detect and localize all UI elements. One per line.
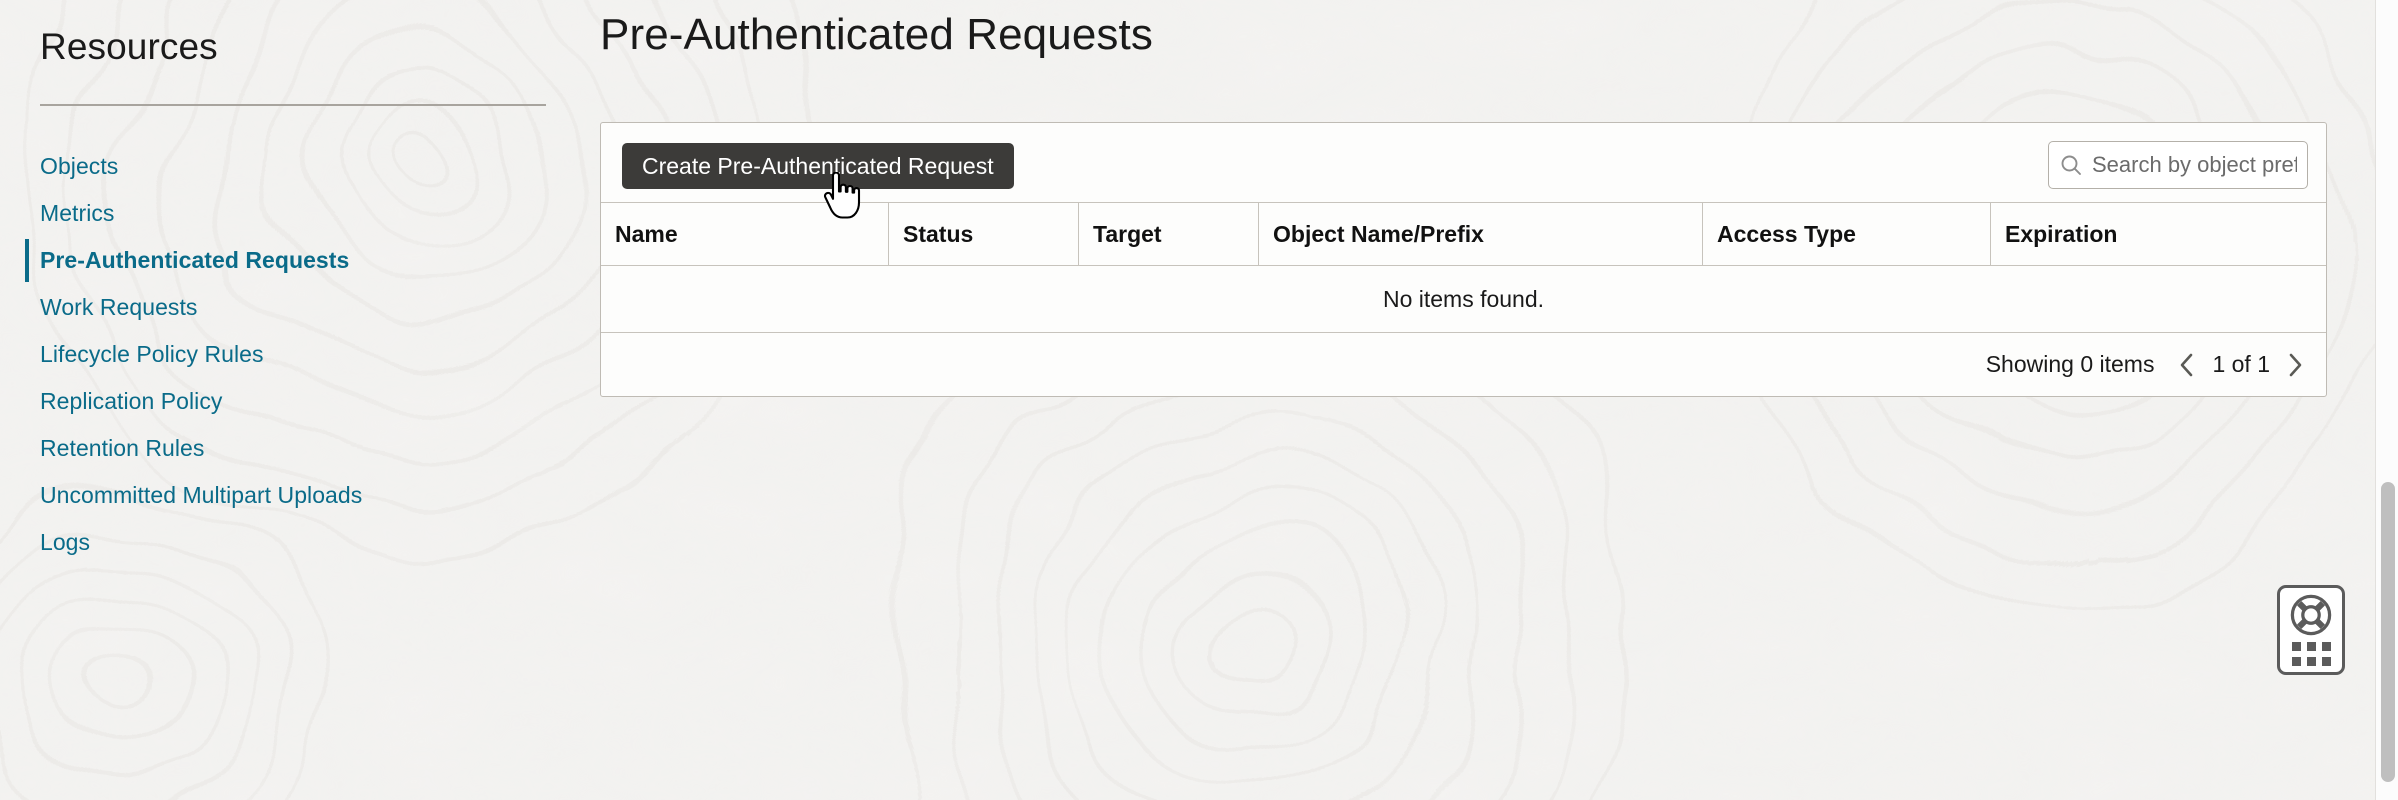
table-toolbar: Create Pre-Authenticated Request	[601, 123, 2326, 203]
sidebar-item-uncommitted-multipart-uploads[interactable]: Uncommitted Multipart Uploads	[0, 472, 600, 519]
vertical-scrollbar-thumb[interactable]	[2381, 482, 2395, 782]
grid-dots-icon	[2291, 642, 2331, 666]
sidebar-item-label: Objects	[40, 153, 119, 179]
search-input[interactable]	[2092, 152, 2297, 178]
table-header-row: Name Status Target Object Name/Prefix Access…	[601, 203, 2326, 266]
life-ring-icon	[2290, 594, 2332, 636]
create-pre-authenticated-request-button[interactable]: Create Pre-Authenticated Request	[622, 143, 1014, 189]
column-header-access-type: Access Type	[1703, 203, 1991, 265]
sidebar-item-label: Replication Policy	[40, 388, 223, 414]
sidebar-item-objects[interactable]: Objects	[0, 143, 600, 190]
table-footer: Showing 0 items 1 of 1	[601, 333, 2326, 396]
showing-items-label: Showing 0 items	[1985, 351, 2155, 377]
sidebar-item-label: Logs	[40, 529, 91, 555]
sidebar-item-label: Pre-Authenticated Requests	[40, 247, 350, 273]
sidebar-item-retention-rules[interactable]: Retention Rules	[0, 425, 600, 472]
search-box[interactable]	[2048, 141, 2308, 189]
sidebar-title: Resources	[40, 26, 218, 67]
sidebar-item-lifecycle-policy-rules[interactable]: Lifecycle Policy Rules	[0, 331, 600, 378]
vertical-scrollbar-track[interactable]	[2375, 0, 2398, 800]
column-header-target: Target	[1079, 203, 1259, 265]
chevron-left-icon[interactable]	[2176, 350, 2198, 380]
sidebar-item-replication-policy[interactable]: Replication Policy	[0, 378, 600, 425]
sidebar-divider	[40, 104, 546, 106]
table-empty-message: No items found.	[601, 266, 2326, 333]
sidebar-item-metrics[interactable]: Metrics	[0, 190, 600, 237]
pre-authenticated-requests-panel: Create Pre-Authenticated Request NameSta…	[600, 122, 2327, 397]
column-header-object-name-prefix: Object Name/Prefix	[1259, 203, 1703, 265]
page-indicator: 1 of 1	[2212, 351, 2270, 377]
column-header-name: Name	[601, 203, 889, 265]
main-content: Pre-Authenticated Requests Create Pre-Au…	[600, 0, 2398, 800]
sidebar-item-label: Work Requests	[40, 294, 198, 320]
sidebar-item-label: Retention Rules	[40, 435, 205, 461]
sidebar-item-label: Metrics	[40, 200, 115, 226]
column-header-expiration: Expiration	[2005, 220, 2118, 247]
sidebar-item-work-requests[interactable]: Work Requests	[0, 284, 600, 331]
column-header-status: Status	[889, 203, 1079, 265]
chevron-right-icon[interactable]	[2284, 350, 2306, 380]
sidebar-item-pre-authenticated-requests[interactable]: Pre-Authenticated Requests	[0, 237, 600, 284]
help-widget[interactable]	[2277, 585, 2345, 675]
sidebar-nav: Objects Metrics Pre-Authenticated Requests…	[0, 143, 600, 566]
sidebar-item-label: Uncommitted Multipart Uploads	[40, 482, 363, 508]
sidebar-item-logs[interactable]: Logs	[0, 519, 600, 566]
sidebar-item-label: Lifecycle Policy Rules	[40, 341, 264, 367]
sidebar: Resources Objects Metrics Pre-Authenticate…	[0, 0, 600, 800]
search-icon	[2061, 155, 2081, 175]
page-title: Pre-Authenticated Requests	[600, 10, 1153, 59]
